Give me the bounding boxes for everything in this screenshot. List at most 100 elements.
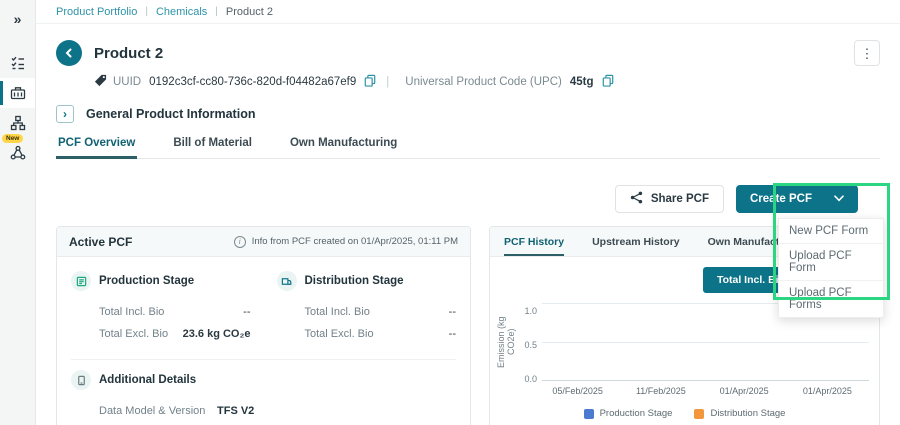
legend-label: Distribution Stage xyxy=(710,408,785,419)
create-pcf-label: Create PCF xyxy=(750,193,812,205)
page-title: Product 2 xyxy=(94,45,163,62)
y-tick: 1.0 xyxy=(516,306,537,316)
sidebar-item-product-portfolio[interactable] xyxy=(0,78,35,108)
production-stage-section: Production Stage Total Incl. Bio -- Tota… xyxy=(71,271,251,345)
expand-sidebar-button[interactable]: » xyxy=(0,4,35,34)
chart-x-ticks: 05/Feb/2025 11/Feb/2025 01/Apr/2025 01/A… xyxy=(536,386,869,396)
breadcrumb-product-portfolio[interactable]: Product Portfolio xyxy=(56,6,137,18)
row-label: Data Model & Version xyxy=(99,405,217,417)
copy-uuid-button[interactable] xyxy=(364,74,376,90)
menu-item-upload-pcf-form[interactable]: Upload PCF Form xyxy=(779,244,883,281)
sidebar: » New xyxy=(0,0,36,425)
distribution-incl-bio-row: Total Incl. Bio -- xyxy=(277,301,457,323)
checklist-icon xyxy=(10,55,26,71)
info-icon: i xyxy=(234,236,246,248)
create-pcf-button[interactable]: Create PCF xyxy=(736,185,858,213)
identifier-row: UUID 0192c3cf-cc80-736c-820d-f04482a67ef… xyxy=(94,73,880,91)
row-value: -- xyxy=(243,306,250,318)
row-value: 23.6 kg CO₂e xyxy=(183,328,251,340)
legend-swatch-blue xyxy=(584,409,594,419)
tab-pcf-overview[interactable]: PCF Overview xyxy=(56,137,137,158)
tab-own-manufacturing[interactable]: Own Manufacturing xyxy=(288,137,399,158)
breadcrumb-separator: | xyxy=(215,6,218,17)
sidebar-item-network[interactable]: New xyxy=(0,138,35,168)
copy-icon xyxy=(602,74,614,90)
main-area: Product Portfolio | Chemicals | Product … xyxy=(36,0,900,425)
chart-y-ticks: 1.0 0.5 0.0 xyxy=(516,303,542,381)
menu-item-upload-pcf-forms[interactable]: Upload PCF Forms xyxy=(779,281,883,317)
x-tick: 11/Feb/2025 xyxy=(619,386,702,396)
tag-icon xyxy=(94,74,107,90)
x-tick: 01/Apr/2025 xyxy=(786,386,869,396)
general-info-row: › General Product Information xyxy=(56,104,880,124)
chart-y-axis-label: Emission (kg CO2e) xyxy=(496,303,516,381)
x-tick: 05/Feb/2025 xyxy=(536,386,619,396)
copy-icon xyxy=(364,74,376,90)
x-tick: 01/Apr/2025 xyxy=(703,386,786,396)
row-value: TFS V2 xyxy=(217,405,322,417)
y-tick: 0.0 xyxy=(516,374,537,384)
production-stage-title: Production Stage xyxy=(99,275,194,287)
expand-sidebar-icon: » xyxy=(14,11,22,27)
expand-general-info-button[interactable]: › xyxy=(56,105,74,123)
chart-legend: Production Stage Distribution Stage xyxy=(490,408,879,419)
product-portfolio-icon xyxy=(10,85,26,101)
active-pcf-title: Active PCF xyxy=(69,235,132,249)
chevron-left-icon xyxy=(64,46,74,61)
y-tick: 0.5 xyxy=(516,340,537,350)
legend-distribution-stage: Distribution Stage xyxy=(694,408,785,419)
back-button[interactable] xyxy=(56,40,82,66)
legend-production-stage: Production Stage xyxy=(584,408,673,419)
row-label: Total Excl. Bio xyxy=(305,328,374,340)
copy-upc-button[interactable] xyxy=(602,74,614,90)
page-content: Product 2 ⋮ UUID 0192c3cf-cc80-736c-820d… xyxy=(36,24,900,425)
tab-upstream-history[interactable]: Upstream History xyxy=(592,236,680,256)
row-value: -- xyxy=(449,306,456,318)
row-label: Total Incl. Bio xyxy=(99,306,164,318)
title-row: Product 2 ⋮ xyxy=(56,39,880,67)
active-pcf-card: Active PCF i Info from PCF created on 01… xyxy=(56,226,471,425)
tab-pcf-history[interactable]: PCF History xyxy=(504,236,564,256)
breadcrumb-separator: | xyxy=(145,6,148,17)
row-label: Total Incl. Bio xyxy=(305,306,370,318)
additional-details-section: Additional Details Data Model & Version … xyxy=(57,360,470,425)
kebab-menu-icon: ⋮ xyxy=(861,47,874,60)
more-options-button[interactable]: ⋮ xyxy=(854,40,880,66)
production-incl-bio-row: Total Incl. Bio -- xyxy=(71,301,251,323)
new-feature-badge: New xyxy=(2,134,23,143)
create-pcf-dropdown-menu: New PCF Form Upload PCF Form Upload PCF … xyxy=(778,218,884,318)
upc-label: Universal Product Code (UPC) xyxy=(405,76,562,88)
tab-bill-of-material[interactable]: Bill of Material xyxy=(171,137,254,158)
chevron-right-icon: › xyxy=(63,108,67,120)
row-value: -- xyxy=(449,328,456,340)
breadcrumb-chemicals[interactable]: Chemicals xyxy=(156,6,207,18)
distribution-excl-bio-row: Total Excl. Bio -- xyxy=(277,323,457,345)
pcf-info-note: i Info from PCF created on 01/Apr/2025, … xyxy=(234,236,458,248)
production-excl-bio-row: Total Excl. Bio 23.6 kg CO₂e xyxy=(71,323,251,345)
active-pcf-header: Active PCF i Info from PCF created on 01… xyxy=(57,227,470,257)
data-model-row: Data Model & Version TFS V2 xyxy=(71,400,456,422)
uuid-label: UUID xyxy=(113,76,141,88)
stage-grid: Production Stage Total Incl. Bio -- Tota… xyxy=(57,257,470,355)
network-icon xyxy=(10,145,26,161)
sidebar-item-tasks[interactable] xyxy=(0,48,35,78)
distribution-stage-icon xyxy=(277,271,297,291)
row-label: Total Excl. Bio xyxy=(99,328,168,340)
menu-item-new-pcf-form[interactable]: New PCF Form xyxy=(779,219,883,244)
share-icon xyxy=(630,191,643,207)
gridline xyxy=(542,342,869,343)
distribution-stage-section: Distribution Stage Total Incl. Bio -- To… xyxy=(277,271,457,345)
upc-value: 45tg xyxy=(570,76,594,88)
identifier-divider: | xyxy=(386,76,389,88)
uuid-value: 0192c3cf-cc80-736c-820d-f04482a67ef9 xyxy=(149,76,356,88)
share-pcf-button[interactable]: Share PCF xyxy=(615,185,724,213)
main-tabs: PCF Overview Bill of Material Own Manufa… xyxy=(56,137,880,159)
share-pcf-label: Share PCF xyxy=(651,193,709,205)
pcf-info-note-text: Info from PCF created on 01/Apr/2025, 01… xyxy=(252,236,458,247)
cards-row: Active PCF i Info from PCF created on 01… xyxy=(56,226,880,425)
legend-swatch-orange xyxy=(694,409,704,419)
additional-details-icon xyxy=(71,370,91,390)
actions-row: Share PCF Create PCF xyxy=(56,184,880,214)
production-stage-icon xyxy=(71,271,91,291)
general-info-label: General Product Information xyxy=(86,107,255,121)
